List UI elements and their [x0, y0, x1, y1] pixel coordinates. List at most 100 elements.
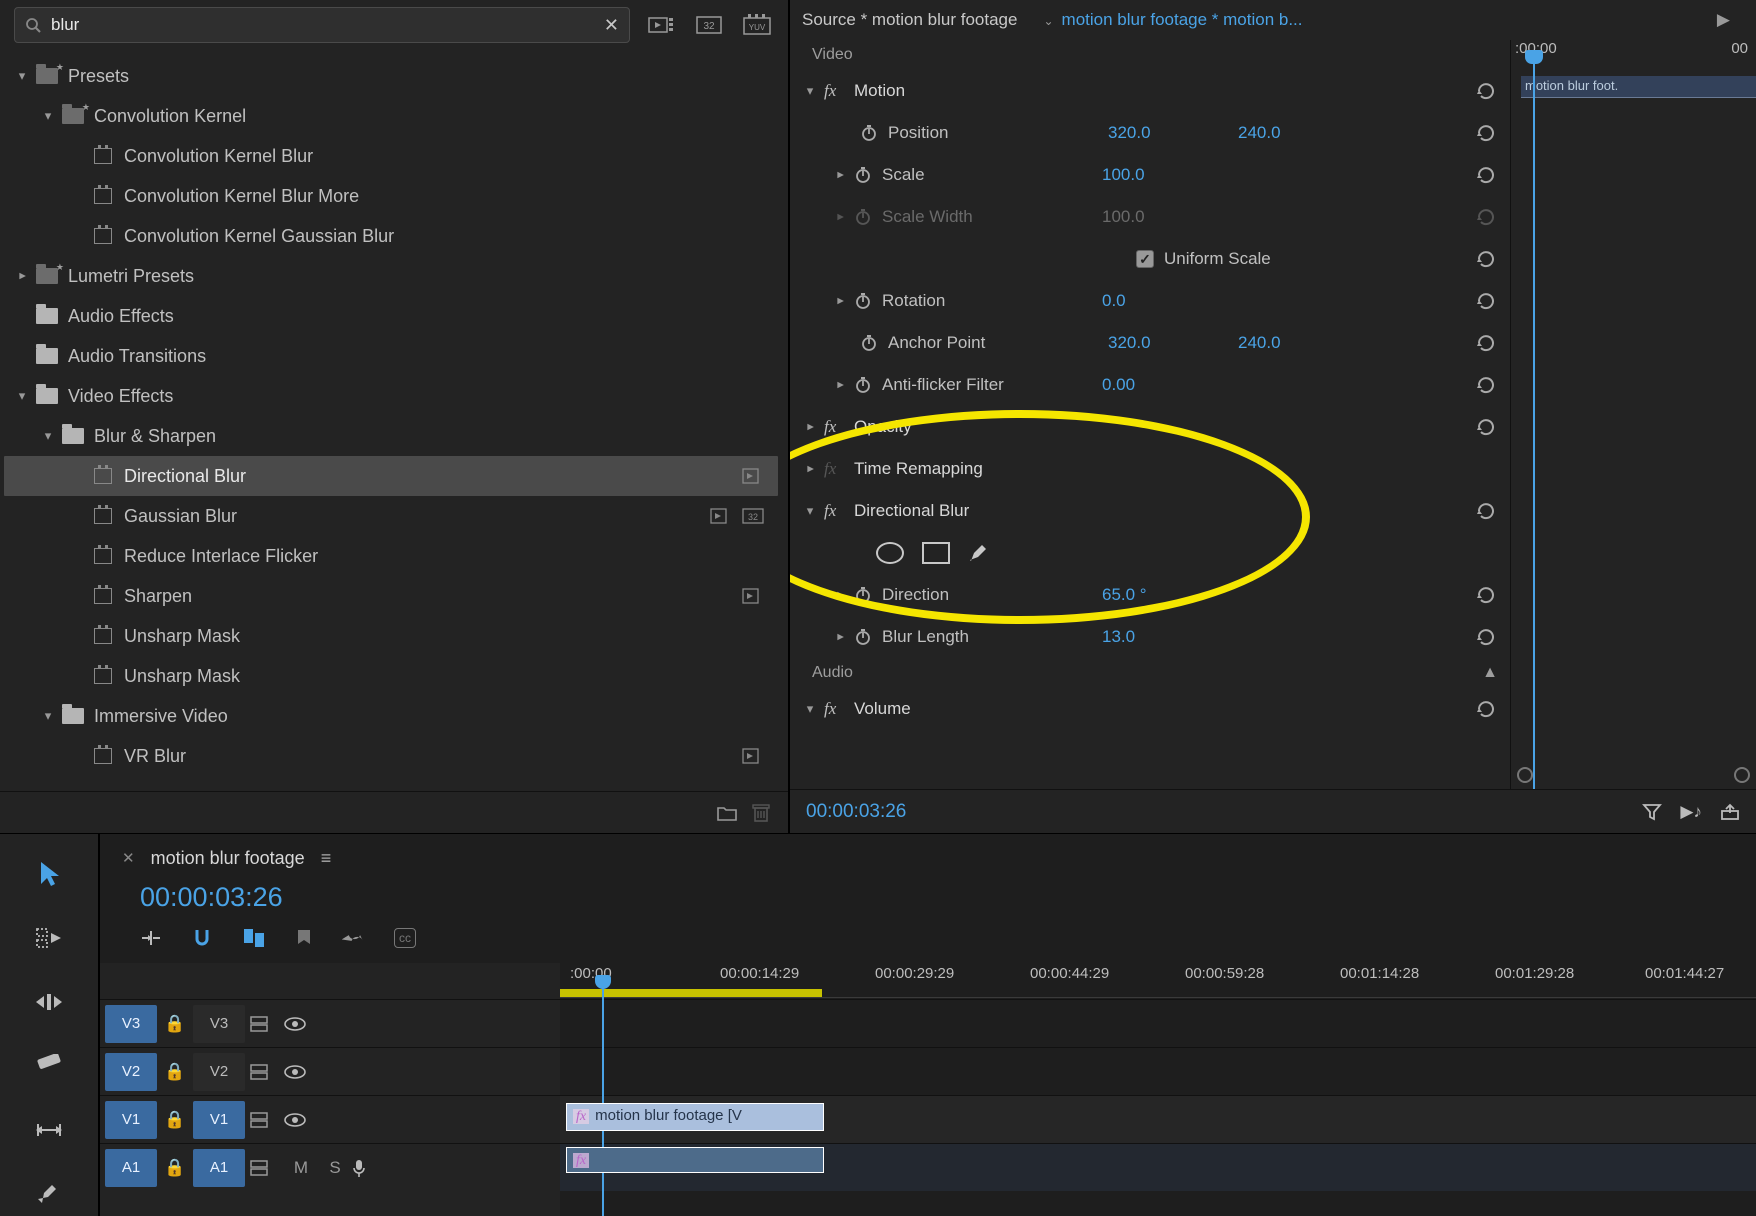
reset-icon[interactable]: [1476, 334, 1500, 352]
clip-audio[interactable]: fx: [566, 1147, 824, 1173]
clip-video[interactable]: fxmotion blur footage [V: [566, 1103, 824, 1131]
eye-icon[interactable]: [284, 1065, 318, 1079]
tree-ck-blur[interactable]: Convolution Kernel Blur: [4, 136, 778, 176]
sync-lock-icon[interactable]: [250, 1016, 284, 1032]
prop-position[interactable]: Position 320.0 240.0: [790, 112, 1510, 154]
reset-icon[interactable]: [1476, 292, 1500, 310]
stopwatch-icon[interactable]: [854, 628, 876, 646]
settings-icon[interactable]: [342, 927, 364, 949]
prop-blur-length[interactable]: ▾ Blur Length 13.0: [790, 616, 1510, 658]
effects-search-box[interactable]: ✕: [14, 7, 630, 43]
fx-directional-blur-header[interactable]: ▾fx Directional Blur: [790, 490, 1510, 532]
timeline-timecode[interactable]: 00:00:03:26: [100, 882, 1756, 913]
tree-audio-effects[interactable]: ▾ Audio Effects: [4, 296, 778, 336]
tree-presets[interactable]: ▾ ★ Presets: [4, 56, 778, 96]
eye-icon[interactable]: [284, 1113, 318, 1127]
tree-directional-blur[interactable]: Directional Blur: [4, 456, 778, 496]
prop-scale[interactable]: ▾ Scale 100.0: [790, 154, 1510, 196]
tree-reduce-interlace-flicker[interactable]: Reduce Interlace Flicker: [4, 536, 778, 576]
stopwatch-icon[interactable]: [860, 334, 882, 352]
tree-ck-blur-more[interactable]: Convolution Kernel Blur More: [4, 176, 778, 216]
timeline-tab[interactable]: ✕ motion blur footage ≡: [100, 834, 1756, 882]
track-v1-header[interactable]: V1 🔒 V1: [100, 1095, 560, 1143]
marker-icon[interactable]: [296, 928, 312, 948]
reset-icon[interactable]: [1476, 250, 1500, 268]
stopwatch-icon[interactable]: [854, 376, 876, 394]
play-audio-icon[interactable]: ▶♪: [1680, 802, 1702, 822]
stopwatch-icon[interactable]: [854, 586, 876, 604]
sync-lock-icon[interactable]: [250, 1112, 284, 1128]
stopwatch-icon[interactable]: [854, 292, 876, 310]
voiceover-icon[interactable]: [352, 1158, 386, 1178]
close-tab-icon[interactable]: ✕: [122, 849, 135, 867]
sync-lock-icon[interactable]: [250, 1064, 284, 1080]
collapse-up-icon[interactable]: ▲: [1482, 664, 1510, 682]
tree-immersive-video[interactable]: ▾ Immersive Video: [4, 696, 778, 736]
solo-button[interactable]: S: [318, 1158, 352, 1178]
rectangle-mask-icon[interactable]: [922, 542, 950, 564]
lock-icon[interactable]: 🔒: [162, 1158, 188, 1178]
track-v2-header[interactable]: V2 🔒 V2: [100, 1047, 560, 1095]
sync-lock-icon[interactable]: [250, 1160, 284, 1176]
fx-volume-header[interactable]: ▾fx Volume: [790, 688, 1510, 730]
prop-rotation[interactable]: ▾ Rotation 0.0: [790, 280, 1510, 322]
clear-search-icon[interactable]: ✕: [604, 15, 619, 36]
tree-audio-transitions[interactable]: ▾ Audio Transitions: [4, 336, 778, 376]
ripple-edit-tool[interactable]: [27, 980, 71, 1024]
track-v3-header[interactable]: V3 🔒 V3: [100, 999, 560, 1047]
mini-playhead[interactable]: [1533, 62, 1535, 789]
filter-icon[interactable]: [1642, 803, 1662, 821]
zoom-start-knob[interactable]: [1517, 767, 1533, 783]
reset-icon[interactable]: [1476, 418, 1500, 436]
insert-icon[interactable]: [140, 928, 162, 948]
stopwatch-icon[interactable]: [854, 166, 876, 184]
effect-controls-timecode[interactable]: 00:00:03:26: [806, 801, 906, 823]
reset-icon[interactable]: [1476, 700, 1500, 718]
tree-unsharp-mask-1[interactable]: Unsharp Mask: [4, 616, 778, 656]
tree-vr-blur[interactable]: VR Blur: [4, 736, 778, 776]
timeline-ruler[interactable]: :00:00 00:00:14:29 00:00:29:29 00:00:44:…: [560, 963, 1756, 999]
razor-tool[interactable]: [27, 1044, 71, 1088]
stopwatch-icon[interactable]: [860, 124, 882, 142]
pen-tool[interactable]: [27, 1172, 71, 1216]
reset-icon[interactable]: [1476, 166, 1500, 184]
reset-icon[interactable]: [1476, 502, 1500, 520]
fx-time-remapping-header[interactable]: ▾fx Time Remapping: [790, 448, 1510, 490]
track-a1-header[interactable]: A1 🔒 A1 M S: [100, 1143, 560, 1191]
reset-icon[interactable]: [1476, 376, 1500, 394]
slip-tool[interactable]: [27, 1108, 71, 1152]
reset-icon[interactable]: [1476, 628, 1500, 646]
captions-icon[interactable]: cc: [394, 928, 416, 948]
checkbox-checked-icon[interactable]: [1136, 250, 1154, 268]
track-target-a1[interactable]: A1: [193, 1149, 245, 1187]
tree-convolution-kernel[interactable]: ▾ ★ Convolution Kernel: [4, 96, 778, 136]
timeline-tracks-area[interactable]: :00:00 00:00:14:29 00:00:29:29 00:00:44:…: [560, 963, 1756, 1216]
new-bin-icon[interactable]: [716, 804, 738, 822]
lock-icon[interactable]: 🔒: [162, 1014, 188, 1034]
clip-link[interactable]: ⌄motion blur footage * motion b...: [1035, 10, 1302, 30]
effects-search-input[interactable]: [51, 15, 594, 35]
tree-gaussian-blur[interactable]: Gaussian Blur 32: [4, 496, 778, 536]
track-label-v3[interactable]: V3: [193, 1005, 245, 1043]
eye-icon[interactable]: [284, 1017, 318, 1031]
prop-anchor-point[interactable]: Anchor Point 320.0 240.0: [790, 322, 1510, 364]
mute-button[interactable]: M: [284, 1158, 318, 1178]
ellipse-mask-icon[interactable]: [876, 542, 904, 564]
tab-menu-icon[interactable]: ≡: [321, 848, 332, 869]
tree-blur-sharpen[interactable]: ▾ Blur & Sharpen: [4, 416, 778, 456]
track-target-v3[interactable]: V3: [105, 1005, 157, 1043]
reset-icon[interactable]: [1476, 124, 1500, 142]
track-target-v2[interactable]: V2: [105, 1053, 157, 1091]
track-select-tool[interactable]: [27, 916, 71, 960]
tree-video-effects[interactable]: ▾ Video Effects: [4, 376, 778, 416]
prop-antiflicker[interactable]: ▾ Anti-flicker Filter 0.00: [790, 364, 1510, 406]
reset-icon[interactable]: [1476, 82, 1500, 100]
pen-mask-icon[interactable]: [968, 542, 990, 564]
tree-sharpen[interactable]: Sharpen: [4, 576, 778, 616]
yuv-filter-icon[interactable]: YUV: [740, 11, 774, 39]
tree-lumetri-presets[interactable]: ▾ ★ Lumetri Presets: [4, 256, 778, 296]
work-area-bar[interactable]: [560, 989, 822, 997]
prop-direction[interactable]: ▾ Direction 65.0 °: [790, 574, 1510, 616]
prop-uniform-scale[interactable]: Uniform Scale: [790, 238, 1510, 280]
32bit-filter-icon[interactable]: 32: [692, 11, 726, 39]
